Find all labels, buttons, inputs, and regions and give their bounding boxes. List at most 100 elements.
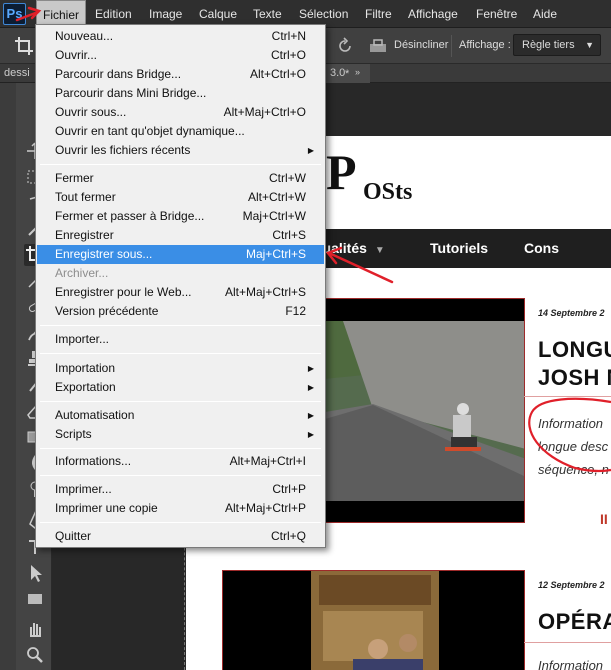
menu-item-informations[interactable]: Informations... Alt+Maj+Ctrl+I: [37, 452, 324, 471]
menu-item-label: Ouvrir sous...: [55, 105, 127, 119]
double-chevron-right-icon[interactable]: »: [355, 67, 360, 77]
article-1-text-line-1: Information: [538, 416, 604, 431]
menu-item-shortcut: Ctrl+W: [269, 171, 306, 185]
rotate-icon[interactable]: [336, 37, 354, 55]
menu-item-fermer[interactable]: Fermer Ctrl+W: [37, 169, 324, 188]
menu-separator: [40, 448, 321, 449]
hand-tool-icon[interactable]: [24, 618, 46, 640]
menu-item-label: Fermer et passer à Bridge...: [55, 209, 205, 223]
menu-item-exportation[interactable]: Exportation ▶: [37, 378, 324, 397]
menu-item-label: Exportation: [55, 380, 116, 394]
nav-cons[interactable]: Cons: [524, 229, 559, 268]
menu-item-label: Enregistrer pour le Web...: [55, 285, 192, 299]
straighten-button[interactable]: Désincliner: [394, 39, 448, 51]
menu-item-shortcut: Ctrl+O: [270, 48, 306, 62]
chevron-down-icon: ▼: [585, 40, 594, 50]
menu-item-shortcut: Alt+Ctrl+W: [247, 190, 306, 204]
menu-item-ouvrir-sous[interactable]: Ouvrir sous... Alt+Maj+Ctrl+O: [37, 103, 324, 122]
menu-item-tout-fermer[interactable]: Tout fermer Alt+Ctrl+W: [37, 188, 324, 207]
straighten-icon[interactable]: [368, 38, 388, 54]
menu-item-parcourir-mini-bridge[interactable]: Parcourir dans Mini Bridge...: [37, 84, 324, 103]
article-2-date: 12 Septembre 2: [538, 580, 605, 590]
options-separator: [451, 35, 452, 57]
menu-item-automatisation[interactable]: Automatisation ▶: [37, 406, 324, 425]
path-selection-tool-icon[interactable]: [24, 562, 46, 584]
view-label: Affichage :: [459, 39, 511, 51]
menu-item-shortcut: Ctrl+Q: [270, 529, 306, 543]
logo-letter: P: [326, 144, 357, 200]
menu-item-fermer-bridge[interactable]: Fermer et passer à Bridge... Maj+Ctrl+W: [37, 207, 324, 226]
submenu-arrow-icon: ▶: [307, 146, 314, 155]
menu-item-shortcut: Ctrl+P: [272, 482, 306, 496]
menu-item-nouveau[interactable]: Nouveau... Ctrl+N: [37, 27, 324, 46]
menu-item-label: Ouvrir les fichiers récents: [55, 143, 191, 157]
submenu-arrow-icon: ▶: [307, 364, 314, 373]
menu-item-ouvrir-objet-dynamique[interactable]: Ouvrir en tant qu'objet dynamique...: [37, 122, 324, 141]
article-1-divider: [524, 396, 611, 397]
article-2-title[interactable]: OPÉRA: [538, 609, 611, 635]
view-select[interactable]: Règle tiers ▼: [513, 34, 601, 56]
menu-item-label: Importer...: [55, 332, 110, 346]
article-1-text-line-3: séquence, n: [538, 462, 609, 477]
photoshop-logo: Ps: [3, 3, 26, 25]
menu-item-label: Enregistrer: [55, 228, 114, 242]
menu-item-label: Tout fermer: [55, 190, 116, 204]
article-1-read-more[interactable]: II: [600, 511, 608, 527]
menu-item-parcourir-bridge[interactable]: Parcourir dans Bridge... Alt+Ctrl+O: [37, 65, 324, 84]
tools-panel-grip[interactable]: [0, 83, 16, 670]
menu-item-shortcut: Alt+Maj+Ctrl+S: [224, 285, 306, 299]
submenu-arrow-icon: ▶: [307, 411, 314, 420]
menu-separator: [40, 522, 321, 523]
article-2-text-line-1: Information: [538, 658, 604, 670]
menu-item-quitter[interactable]: Quitter Ctrl+Q: [37, 527, 324, 546]
menu-item-label: Ouvrir en tant qu'objet dynamique...: [55, 124, 245, 138]
menu-item-label: Enregistrer sous...: [55, 247, 153, 261]
menu-item-imprimer-copie[interactable]: Imprimer une copie Alt+Maj+Ctrl+P: [37, 499, 324, 518]
menu-item-enregistrer[interactable]: Enregistrer Ctrl+S: [37, 226, 324, 245]
menu-item-enregistrer-sous[interactable]: Enregistrer sous... Maj+Ctrl+S: [37, 245, 324, 264]
caret-down-icon: ▼: [374, 245, 385, 256]
menu-item-scripts[interactable]: Scripts ▶: [37, 425, 324, 444]
crop-tool-icon[interactable]: [14, 36, 34, 56]
menu-item-label: Ouvrir...: [55, 48, 98, 62]
menu-fenetre[interactable]: Fenêtre: [470, 0, 523, 28]
menu-item-archiver: Archiver...: [37, 264, 324, 283]
menu-item-label: Archiver...: [55, 266, 109, 280]
menu-item-importer[interactable]: Importer...: [37, 330, 324, 349]
menu-filtre[interactable]: Filtre: [359, 0, 398, 28]
article-1-title-line-2[interactable]: JOSH N: [538, 365, 611, 391]
menu-item-label: Quitter: [55, 529, 92, 543]
menu-affichage[interactable]: Affichage: [402, 0, 464, 28]
submenu-arrow-icon: ▶: [307, 430, 314, 439]
menu-item-shortcut: Maj+Ctrl+S: [245, 247, 306, 261]
menu-item-imprimer[interactable]: Imprimer... Ctrl+P: [37, 480, 324, 499]
menu-item-shortcut: Alt+Ctrl+O: [249, 67, 306, 81]
menu-item-version-precedente[interactable]: Version précédente F12: [37, 302, 324, 321]
article-1-text-line-2: longue desc: [538, 439, 609, 454]
menu-item-shortcut: Alt+Maj+Ctrl+O: [223, 105, 306, 119]
article-2-image[interactable]: [222, 570, 525, 670]
menu-item-label: Imprimer...: [55, 482, 112, 496]
view-select-value: Règle tiers: [522, 39, 575, 51]
rectangle-tool-icon[interactable]: [24, 588, 46, 610]
zoom-tool-icon[interactable]: [24, 644, 46, 666]
menu-aide[interactable]: Aide: [527, 0, 563, 28]
menu-item-label: Imprimer une copie: [55, 501, 158, 515]
close-icon[interactable]: *: [345, 68, 349, 80]
menu-item-label: Importation: [55, 361, 116, 375]
menu-item-fichiers-recents[interactable]: Ouvrir les fichiers récents ▶: [37, 141, 324, 160]
menu-item-enregistrer-web[interactable]: Enregistrer pour le Web... Alt+Maj+Ctrl+S: [37, 283, 324, 302]
menu-item-label: Fermer: [55, 171, 94, 185]
menu-separator: [40, 164, 321, 165]
article-1-title-line-1[interactable]: LONGU: [538, 337, 611, 363]
article-1-date: 14 Septembre 2: [538, 308, 605, 318]
menu-separator: [40, 325, 321, 326]
menu-item-importation[interactable]: Importation ▶: [37, 359, 324, 378]
nav-tutoriels[interactable]: Tutoriels: [430, 229, 488, 268]
menu-item-label: Version précédente: [55, 304, 159, 318]
menu-item-shortcut: F12: [285, 304, 306, 318]
menu-item-shortcut: Alt+Maj+Ctrl+I: [229, 454, 306, 468]
document-tab-left[interactable]: dessi: [4, 64, 30, 83]
menu-separator: [40, 353, 321, 354]
menu-item-ouvrir[interactable]: Ouvrir... Ctrl+O: [37, 46, 324, 65]
